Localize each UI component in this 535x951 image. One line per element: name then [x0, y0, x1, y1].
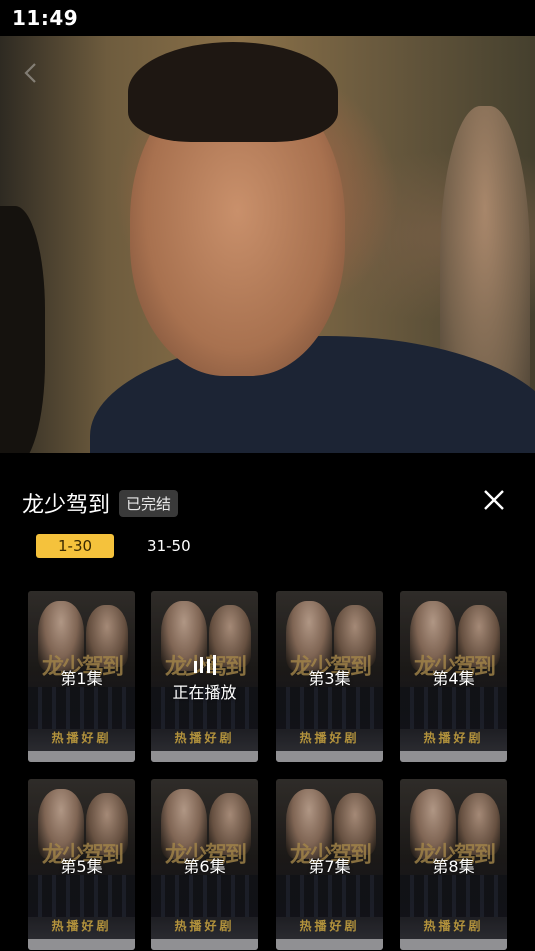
- episode-card[interactable]: 龙少驾到 热播好剧 第7集: [276, 779, 383, 950]
- episode-label: 第5集: [60, 857, 103, 876]
- episode-card[interactable]: 龙少驾到 热播好剧 第3集: [276, 591, 383, 762]
- video-frame-subject-hair: [128, 42, 338, 142]
- episode-card[interactable]: 龙少驾到 热播好剧 第4集: [400, 591, 507, 762]
- episode-label: 第7集: [308, 857, 351, 876]
- poster-shade: [151, 591, 258, 762]
- now-playing-label: 正在播放: [172, 683, 237, 702]
- episode-range-tabs: 1-30 31-50: [36, 534, 191, 558]
- tab-range-31-50[interactable]: 31-50: [147, 534, 191, 558]
- episode-card[interactable]: 龙少驾到 热播好剧 第6集: [151, 779, 258, 950]
- status-time: 11:49: [12, 6, 79, 30]
- episode-label: 第6集: [183, 857, 226, 876]
- status-bar: 11:49: [0, 0, 535, 36]
- close-icon[interactable]: [480, 486, 508, 514]
- video-player[interactable]: [0, 36, 535, 453]
- episode-label: 第1集: [60, 669, 103, 688]
- drama-title: 龙少驾到: [22, 493, 111, 518]
- status-badge: 已完结: [119, 489, 179, 517]
- episode-label: 第3集: [308, 669, 351, 688]
- episode-card[interactable]: 龙少驾到 热播好剧 正在播放: [151, 591, 258, 762]
- chevron-left-icon[interactable]: [20, 62, 42, 84]
- episode-card[interactable]: 龙少驾到 热播好剧 第8集: [400, 779, 507, 950]
- episode-card[interactable]: 龙少驾到 热播好剧 第1集: [28, 591, 135, 762]
- episode-card[interactable]: 龙少驾到 热播好剧 第5集: [28, 779, 135, 950]
- now-playing-icon: [194, 655, 216, 675]
- tab-range-1-30[interactable]: 1-30: [36, 534, 115, 558]
- drama-title-row: 龙少驾到 已完结: [22, 487, 179, 519]
- episode-label: 第8集: [432, 857, 475, 876]
- video-frame-foreground-person: [0, 206, 45, 453]
- episode-label: 第4集: [432, 669, 475, 688]
